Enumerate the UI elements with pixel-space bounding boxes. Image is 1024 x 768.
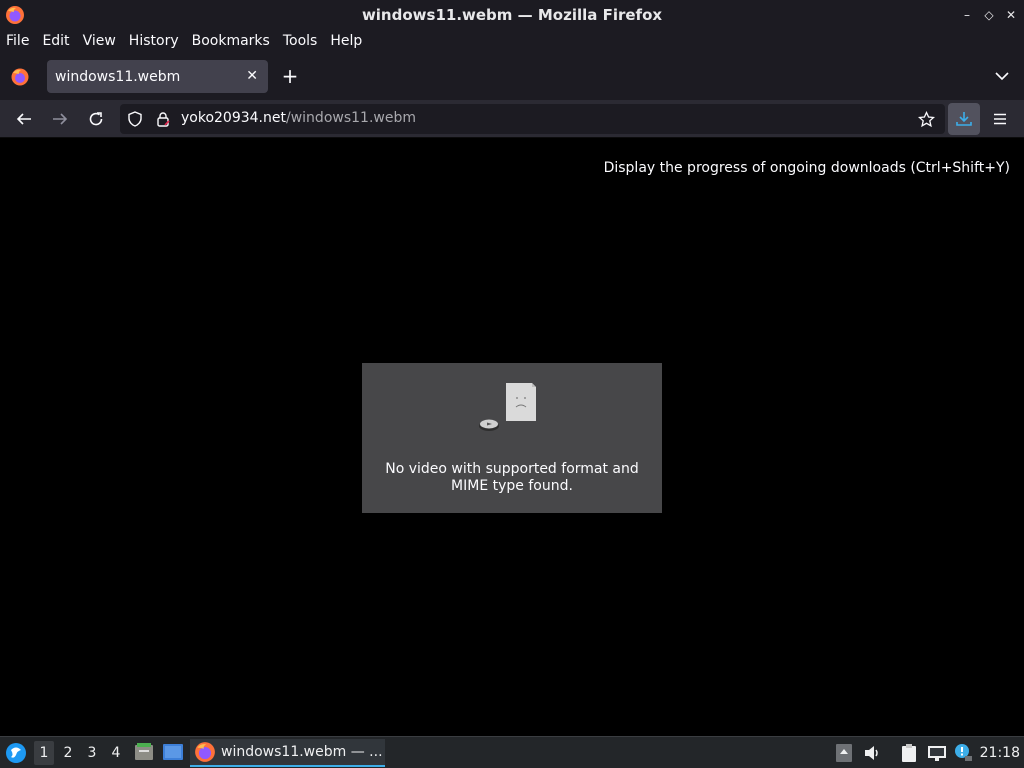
- arrow-left-icon: [16, 113, 31, 125]
- video-error-line-2: MIME type found.: [451, 478, 573, 494]
- clipboard-icon[interactable]: [899, 743, 919, 763]
- start-menu-icon[interactable]: [5, 742, 27, 764]
- video-error-message: No video with supported format and MIME …: [362, 461, 662, 495]
- notification-icon[interactable]: [953, 743, 973, 763]
- lock-icon[interactable]: [155, 111, 171, 127]
- shield-icon[interactable]: [127, 111, 143, 127]
- firefox-icon: [6, 6, 24, 24]
- taskbar-clock: 21:18: [979, 745, 1020, 761]
- tray-expand-icon[interactable]: [834, 743, 854, 763]
- hamburger-menu-icon: [994, 113, 1006, 125]
- video-error-box: No video with supported format and MIME …: [362, 363, 662, 513]
- workspace-3[interactable]: 3: [82, 745, 102, 761]
- restore-icon[interactable]: ◇: [978, 8, 1000, 22]
- arrow-right-icon: [53, 113, 68, 125]
- menu-view[interactable]: View: [83, 33, 116, 49]
- close-icon[interactable]: ✕: [1000, 8, 1022, 22]
- forward-button[interactable]: [48, 107, 72, 131]
- menu-history[interactable]: History: [129, 33, 179, 49]
- app-menu-button[interactable]: [988, 107, 1012, 131]
- workspace-2[interactable]: 2: [58, 745, 78, 761]
- workspace-1[interactable]: 1: [34, 741, 54, 765]
- file-manager-icon[interactable]: [133, 741, 155, 763]
- workspace-4[interactable]: 4: [106, 745, 126, 761]
- firefox-view-icon[interactable]: [10, 67, 30, 87]
- task-label: windows11.webm — ...: [221, 744, 383, 760]
- downloads-button[interactable]: [948, 103, 980, 135]
- url-path: /windows11.webm: [286, 110, 416, 126]
- menu-edit[interactable]: Edit: [42, 33, 69, 49]
- taskbar: 1 2 3 4 windows11.webm — ... 21:18: [0, 736, 1024, 768]
- menu-help[interactable]: Help: [330, 33, 362, 49]
- url-host: yoko20934.net: [181, 110, 286, 126]
- tab-title: windows11.webm: [55, 68, 181, 85]
- url-bar[interactable]: yoko20934.net/windows11.webm: [120, 104, 945, 134]
- downloads-tooltip: Display the progress of ongoing download…: [603, 160, 1010, 176]
- network-icon[interactable]: [927, 743, 947, 763]
- download-icon: [956, 112, 972, 126]
- tab-windows11[interactable]: windows11.webm ✕: [47, 60, 268, 93]
- chevron-down-icon[interactable]: [994, 68, 1010, 84]
- new-tab-icon[interactable]: +: [280, 66, 300, 86]
- reload-button[interactable]: [84, 107, 108, 131]
- firefox-icon: [195, 742, 215, 762]
- menu-tools[interactable]: Tools: [283, 33, 318, 49]
- navigation-toolbar: yoko20934.net/windows11.webm: [0, 100, 1024, 138]
- broken-video-icon: [479, 383, 536, 431]
- window-titlebar: windows11.webm — Mozilla Firefox – ◇ ✕: [0, 0, 1024, 30]
- minimize-icon[interactable]: –: [956, 8, 978, 22]
- video-error-line-1: No video with supported format and: [385, 461, 639, 477]
- desktop-icon[interactable]: [162, 741, 184, 763]
- reload-icon: [89, 112, 103, 126]
- menu-file[interactable]: File: [6, 33, 29, 49]
- menubar: File Edit View History Bookmarks Tools H…: [0, 30, 1024, 52]
- url-text[interactable]: yoko20934.net/windows11.webm: [181, 110, 416, 126]
- back-button[interactable]: [12, 107, 36, 131]
- tab-bar: windows11.webm ✕ +: [0, 52, 1024, 100]
- star-icon[interactable]: [918, 111, 935, 128]
- menu-bookmarks[interactable]: Bookmarks: [192, 33, 270, 49]
- page-content: Display the progress of ongoing download…: [0, 139, 1024, 736]
- taskbar-firefox-task[interactable]: windows11.webm — ...: [190, 739, 385, 767]
- window-title: windows11.webm — Mozilla Firefox: [361, 6, 663, 24]
- volume-icon[interactable]: [862, 743, 882, 763]
- tab-close-icon[interactable]: ✕: [246, 68, 258, 84]
- window-controls: – ◇ ✕: [956, 0, 1022, 30]
